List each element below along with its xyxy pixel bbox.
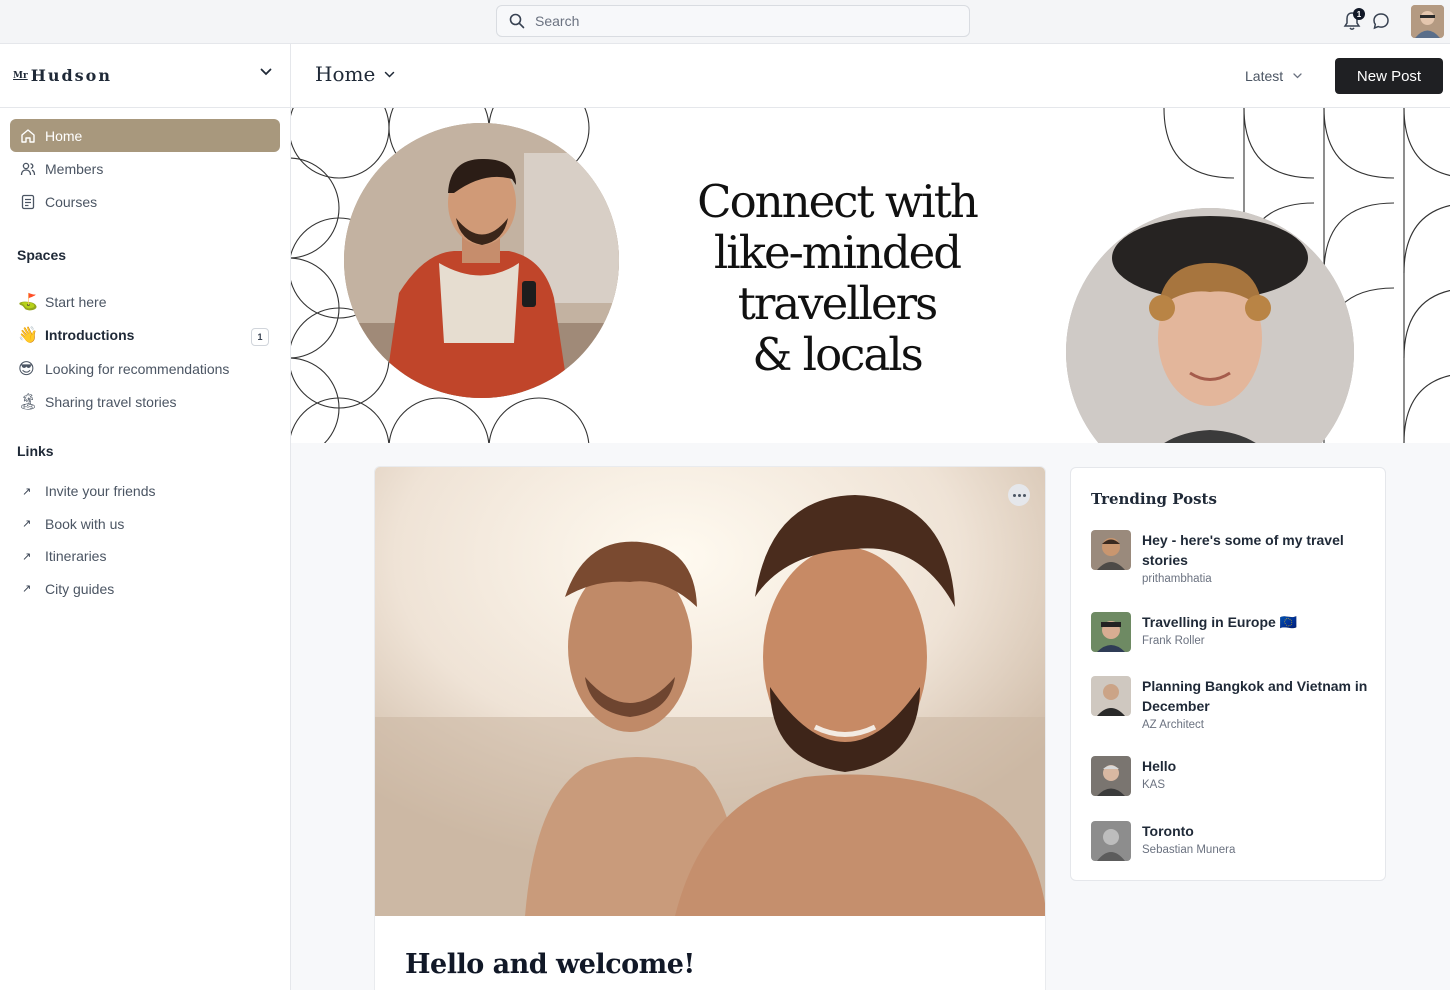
space-item-sharing-travel-stories[interactable]: 🏝 Sharing travel stories [0, 386, 290, 420]
external-link-arrow-icon: ↗ [22, 583, 32, 596]
link-book-with-us[interactable]: ↗ Book with us [0, 508, 290, 541]
home-icon [19, 127, 37, 145]
author-avatar [1091, 821, 1131, 861]
sort-label: Latest [1245, 68, 1284, 84]
trending-item-author: Frank Roller [1142, 635, 1205, 647]
nav-item-courses[interactable]: Courses [10, 185, 280, 218]
dot [1022, 493, 1026, 497]
trending-item-text: Planning Bangkok and Vietnam in December… [1142, 676, 1372, 731]
messages-button[interactable] [1372, 12, 1392, 32]
trending-item-text: Hey - here's some of my travel stories p… [1142, 530, 1372, 585]
trending-title: Trending Posts [1091, 490, 1217, 508]
space-label: Sharing travel stories [45, 394, 177, 411]
trending-item-text: Travelling in Europe 🇪🇺 Frank Roller [1142, 612, 1372, 647]
external-link-arrow-icon: ↗ [22, 518, 32, 531]
headline-line: like-minded [713, 226, 962, 279]
trending-item-title: Travelling in Europe 🇪🇺 [1142, 614, 1298, 630]
sidebar: Mr Hudson Home Members Courses Spaces ⛳ … [0, 44, 291, 990]
post-options-button[interactable] [1008, 484, 1030, 506]
traveller-photo [344, 123, 619, 398]
space-item-introductions[interactable]: 👋 Introductions 1 [0, 319, 290, 353]
trending-item-title: Toronto [1142, 823, 1194, 839]
feed-area: Hello and welcome! Trending Posts Hey - … [291, 443, 1450, 990]
spaces-heading: Spaces [17, 247, 67, 263]
new-post-button[interactable]: New Post [1335, 58, 1443, 94]
sort-dropdown[interactable]: Latest [1245, 68, 1302, 84]
sunglasses-face-icon: 😎 [18, 360, 35, 378]
author-avatar [1091, 612, 1131, 652]
space-item-start-here[interactable]: ⛳ Start here [0, 285, 290, 319]
space-item-looking-for-recommendations[interactable]: 😎 Looking for recommendations [0, 352, 290, 386]
unread-count-badge: 1 [251, 327, 269, 346]
trending-item-text: Toronto Sebastian Munera [1142, 821, 1372, 856]
link-itineraries[interactable]: ↗ Itineraries [0, 540, 290, 573]
dot [1017, 493, 1021, 497]
post-title[interactable]: Hello and welcome! [405, 949, 695, 980]
links-heading: Links [17, 443, 54, 459]
trending-item-author: KAS [1142, 779, 1166, 791]
island-icon: 🏝 [18, 394, 39, 412]
trending-item-author: AZ Architect [1142, 719, 1204, 731]
link-invite-your-friends[interactable]: ↗ Invite your friends [0, 475, 290, 508]
search-icon [509, 13, 525, 29]
post-cover-image [375, 467, 1045, 916]
members-icon [19, 160, 37, 178]
notifications-button[interactable]: 1 [1343, 8, 1365, 33]
link-label: Itineraries [45, 548, 107, 565]
chat-icon [1373, 13, 1389, 30]
welcome-banner: Connect with like-minded travellers & lo… [291, 108, 1450, 443]
notification-count-badge: 1 [1353, 8, 1365, 20]
page-header: Home Latest New Post [291, 44, 1450, 108]
external-link-arrow-icon: ↗ [22, 550, 32, 563]
flag-icon: ⛳ [18, 293, 38, 311]
main-nav: Home Members Courses [0, 108, 290, 218]
waving-hand-icon: 👋 [18, 327, 38, 345]
brand-prefix: Mr [13, 70, 28, 81]
courses-icon [19, 193, 37, 211]
author-avatar [1091, 530, 1131, 570]
nav-item-home[interactable]: Home [10, 119, 280, 152]
chevron-down-icon [385, 71, 395, 78]
post-card[interactable]: Hello and welcome! [374, 466, 1046, 990]
chevron-down-icon [1293, 73, 1302, 79]
link-label: Book with us [45, 515, 125, 532]
headline-line: & locals [752, 328, 923, 381]
chevron-down-icon [260, 68, 272, 76]
trending-item-author: Sebastian Munera [1142, 844, 1236, 856]
banner-headline: Connect with like-minded travellers & lo… [671, 176, 1003, 380]
trending-item-title: Hey - here's some of my travel stories [1142, 532, 1344, 568]
trending-item-title: Planning Bangkok and Vietnam in December [1142, 678, 1368, 714]
author-avatar [1091, 676, 1131, 716]
search-input[interactable] [535, 13, 935, 29]
trending-item-text: Hello KAS [1142, 756, 1372, 791]
space-label: Introductions [45, 327, 135, 344]
page-title-dropdown[interactable]: Home [315, 62, 395, 86]
link-label: City guides [45, 580, 115, 597]
headline-line: travellers [737, 277, 939, 330]
trending-item-title: Hello [1142, 758, 1177, 774]
nav-label-courses: Courses [45, 193, 98, 210]
nav-label-members: Members [45, 160, 104, 177]
space-label: Start here [45, 293, 107, 310]
link-city-guides[interactable]: ↗ City guides [0, 573, 290, 606]
author-avatar [1091, 756, 1131, 796]
nav-label-home: Home [45, 127, 83, 144]
user-avatar[interactable] [1411, 5, 1444, 38]
brand-name: Hudson [30, 66, 112, 85]
page-title: Home [315, 62, 376, 86]
trending-item-author: prithambhatia [1142, 573, 1212, 585]
community-switcher[interactable]: Mr Hudson [0, 44, 290, 108]
trending-posts-widget: Trending Posts Hey - here's some of my t… [1070, 467, 1386, 881]
nav-item-members[interactable]: Members [10, 152, 280, 185]
link-label: Invite your friends [45, 483, 156, 500]
external-link-arrow-icon: ↗ [22, 485, 32, 498]
search-bar[interactable] [496, 5, 970, 37]
dot [1012, 493, 1016, 497]
space-label: Looking for recommendations [45, 360, 230, 377]
top-bar: 1 [0, 0, 1450, 44]
headline-line: Connect with [697, 175, 979, 228]
